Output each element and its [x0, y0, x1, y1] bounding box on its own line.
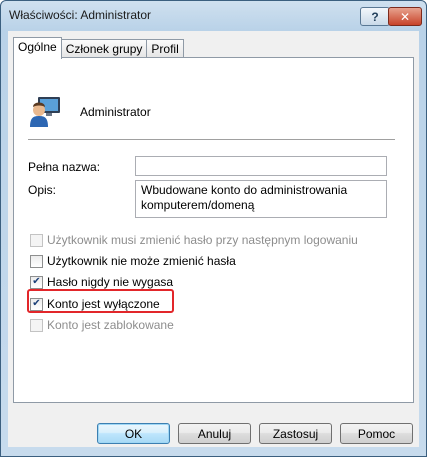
- dialog-client: Ogólne Członek grupy Profil Administrato…: [8, 31, 419, 447]
- properties-dialog: Właściwości: Administrator ? ✕ Ogólne Cz…: [0, 0, 427, 457]
- checkbox-label: Hasło nigdy nie wygasa: [47, 275, 174, 289]
- general-tab-panel: Administrator Pełna nazwa: Opis: Wbudowa…: [13, 57, 414, 403]
- separator: [28, 139, 395, 141]
- help-button[interactable]: Pomoc: [340, 423, 413, 444]
- cannot-change-password-checkbox[interactable]: Użytkownik nie może zmienić hasła: [30, 254, 236, 268]
- full-name-label: Pełna nazwa:: [28, 160, 101, 174]
- check-mark-icon: ✔: [30, 297, 43, 311]
- tab-profile[interactable]: Profil: [146, 39, 184, 58]
- full-name-field[interactable]: [135, 156, 387, 176]
- account-disabled-checkbox[interactable]: ✔ Konto jest wyłączone: [30, 297, 160, 311]
- user-icon: [30, 97, 60, 127]
- tab-member-of[interactable]: Członek grupy: [60, 39, 148, 58]
- apply-button[interactable]: Zastosuj: [259, 423, 332, 444]
- must-change-password-checkbox[interactable]: Użytkownik musi zmienić hasło przy nastę…: [30, 233, 358, 247]
- tab-general[interactable]: Ogólne: [13, 37, 62, 59]
- check-mark-icon: ✔: [30, 275, 43, 289]
- account-locked-checkbox[interactable]: Konto jest zablokowane: [30, 318, 174, 332]
- checkbox-box: [30, 254, 43, 268]
- close-button[interactable]: ✕: [388, 7, 422, 26]
- help-title-button[interactable]: ?: [360, 7, 390, 26]
- ok-button[interactable]: OK: [97, 423, 170, 444]
- checkbox-label: Użytkownik nie może zmienić hasła: [47, 254, 236, 268]
- checkbox-label: Konto jest zablokowane: [47, 318, 174, 332]
- description-field[interactable]: Wbudowane konto do administrowania kompu…: [135, 180, 387, 218]
- cancel-button[interactable]: Anuluj: [178, 423, 251, 444]
- password-never-expires-checkbox[interactable]: ✔ Hasło nigdy nie wygasa: [30, 275, 173, 289]
- checkbox-label: Użytkownik musi zmienić hasło przy nastę…: [47, 233, 358, 247]
- checkbox-box: [30, 318, 43, 332]
- checkbox-box: [30, 233, 43, 247]
- description-label: Opis:: [28, 183, 57, 197]
- tab-strip: Ogólne Członek grupy Profil: [13, 37, 184, 59]
- title-bar[interactable]: Właściwości: Administrator ? ✕: [1, 1, 426, 31]
- question-icon: ?: [371, 9, 379, 24]
- window-title: Właściwości: Administrator: [9, 8, 152, 22]
- checkbox-label: Konto jest wyłączone: [47, 297, 160, 311]
- close-icon: ✕: [399, 9, 411, 24]
- user-name: Administrator: [80, 105, 151, 119]
